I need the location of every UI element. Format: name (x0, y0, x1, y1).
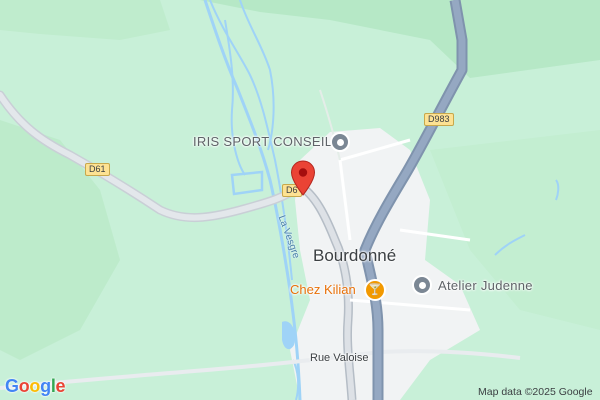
street-label-rue-valoise: Rue Valoise (310, 352, 369, 364)
cocktail-glass-icon[interactable]: 🍸 (364, 279, 386, 301)
map-attribution[interactable]: Map data ©2025 Google (478, 386, 593, 398)
google-logo: Google (5, 376, 66, 396)
road-shield-d983: D983 (424, 113, 454, 126)
poi-circle-icon[interactable] (330, 132, 350, 152)
poi-label-chez-kilian[interactable]: Chez Kilian (290, 282, 356, 297)
poi-label-atelier-judenne[interactable]: Atelier Judenne (438, 278, 533, 293)
poi-label-iris-sport-conseil[interactable]: IRIS SPORT CONSEIL (193, 134, 332, 149)
map-pin-icon[interactable] (290, 160, 316, 201)
place-label-bourdonne[interactable]: Bourdonné (313, 246, 396, 266)
poi-circle-icon[interactable] (412, 275, 432, 295)
road-shield-d61: D61 (85, 163, 110, 176)
map-canvas[interactable]: D61 D983 D6 La Vesgre IRIS SPORT CONSEIL… (0, 0, 600, 400)
